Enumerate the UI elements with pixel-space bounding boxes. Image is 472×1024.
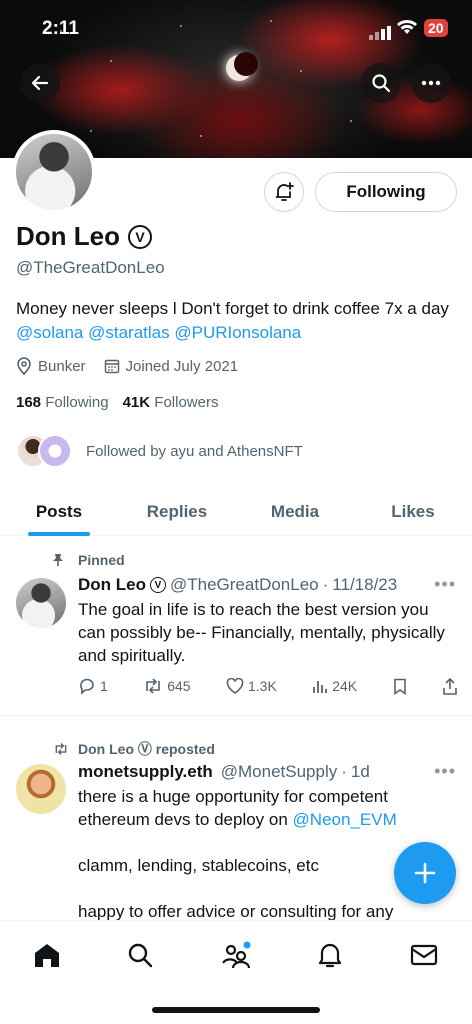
home-icon [35, 944, 59, 967]
nav-notifications[interactable] [310, 935, 350, 975]
nav-search[interactable] [120, 935, 160, 975]
bell-plus-icon [275, 182, 294, 201]
following-button[interactable]: Following [315, 172, 457, 212]
repost-button[interactable]: 645 [143, 677, 191, 695]
post-author-name[interactable]: monetsupply.eth [78, 762, 213, 782]
profile-name: Don Leo [16, 221, 120, 251]
post-author-avatar[interactable] [16, 578, 66, 628]
reply-button[interactable]: 1 [78, 677, 108, 695]
tab-likes[interactable]: Likes [354, 488, 472, 535]
arrow-left-icon [31, 75, 49, 91]
verified-icon[interactable]: V [128, 224, 152, 249]
location-pin-icon [17, 357, 31, 375]
wifi-icon [396, 19, 418, 40]
nav-communities[interactable] [216, 935, 256, 975]
followers-count-link[interactable]: 41K Followers [123, 394, 219, 411]
repost-icon [55, 743, 67, 755]
signal-icon [369, 22, 393, 40]
post-date: 1d [350, 762, 370, 781]
home-indicator [152, 1007, 320, 1013]
share-button[interactable] [442, 677, 458, 695]
post-actions: 1 645 1.3K 24K [78, 677, 458, 695]
plus-icon [414, 862, 436, 884]
mail-icon [410, 944, 438, 966]
like-button[interactable]: 1.3K [226, 677, 277, 695]
post-header: Don Leo V @TheGreatDonLeo · 11/18/23 [78, 575, 398, 595]
bookmark-icon [393, 678, 406, 695]
back-button[interactable] [20, 63, 60, 103]
bio-text: Money never sleeps l Don't forget to dri… [16, 299, 449, 318]
nav-messages[interactable] [404, 935, 444, 975]
post-author-name[interactable]: Don Leo [78, 575, 146, 595]
bookmark-button[interactable] [393, 677, 407, 695]
post-more-icon[interactable]: ••• [434, 761, 456, 782]
pin-icon [53, 554, 63, 566]
followed-by-text: Followed by ayu and AthensNFT [86, 442, 303, 460]
bell-icon [318, 943, 342, 968]
divider [0, 715, 472, 716]
search-button[interactable] [361, 63, 401, 103]
pinned-post[interactable]: Pinned Don Leo V @TheGreatDonLeo · 11/18… [0, 540, 472, 716]
post-author-handle: @MonetSupply [220, 762, 338, 781]
reposted-post[interactable]: Don Leo Ⓥ reposted monetsupply.eth @Mone… [0, 726, 472, 926]
notifications-toggle-button[interactable] [264, 172, 304, 212]
views-button[interactable]: 24K [312, 677, 357, 695]
verified-icon: V [150, 577, 166, 593]
moon-image [226, 52, 258, 81]
bio-mention-purionsolana[interactable]: @PURIonsolana [174, 323, 301, 342]
bio-mention-solana[interactable]: @solana [16, 323, 83, 342]
post-header: monetsupply.eth @MonetSupply · 1d [78, 762, 370, 782]
search-icon [128, 943, 153, 968]
compose-post-button[interactable] [394, 842, 456, 904]
repost-label: Don Leo Ⓥ reposted [52, 739, 215, 759]
post-date: 11/18/23 [332, 575, 398, 594]
tab-media[interactable]: Media [236, 488, 354, 535]
followed-by-row[interactable]: Followed by ayu and AthensNFT [16, 434, 303, 468]
profile-meta: Bunker Joined July 2021 [16, 357, 238, 375]
battery-indicator: 20 [424, 19, 448, 37]
joined-item: Joined July 2021 [104, 357, 239, 375]
analytics-icon [313, 681, 328, 693]
profile-bio: Money never sleeps l Don't forget to dri… [16, 297, 456, 345]
profile-tabs: Posts Replies Media Likes [0, 488, 472, 536]
location-item: Bunker [16, 357, 86, 375]
joined-text: Joined July 2021 [125, 357, 239, 375]
followed-by-avatars [16, 434, 72, 468]
tab-posts[interactable]: Posts [0, 488, 118, 536]
post-author-handle: @TheGreatDonLeo [170, 575, 319, 594]
communities-icon [222, 941, 251, 969]
following-count-link[interactable]: 168 Following [16, 394, 109, 411]
repost-icon [146, 678, 161, 694]
bio-mention-staratlas[interactable]: @staratlas [88, 323, 170, 342]
nav-home[interactable] [27, 935, 67, 975]
profile-name-row: Don Leo V [16, 221, 152, 252]
more-dots-icon [421, 80, 441, 86]
calendar-icon [104, 359, 119, 374]
reply-icon [80, 678, 94, 695]
status-time: 2:11 [42, 18, 79, 39]
heart-icon [226, 678, 244, 694]
status-bar: 2:11 20 [0, 0, 472, 58]
post-more-icon[interactable]: ••• [434, 574, 456, 595]
search-icon [372, 74, 391, 93]
profile-handle: @TheGreatDonLeo [16, 258, 165, 277]
pinned-label: Pinned [52, 552, 125, 568]
post-mention-neon-evm[interactable]: @Neon_EVM [293, 810, 397, 829]
more-options-button[interactable] [411, 63, 451, 103]
share-icon [443, 677, 457, 695]
avatar [38, 434, 72, 468]
tab-replies[interactable]: Replies [118, 488, 236, 535]
profile-avatar[interactable] [12, 130, 96, 214]
location-text: Bunker [38, 357, 86, 375]
post-text: The goal in life is to reach the best ve… [78, 600, 445, 665]
follow-counts: 168 Following 41K Followers [16, 394, 218, 411]
post-author-avatar[interactable] [16, 764, 66, 814]
